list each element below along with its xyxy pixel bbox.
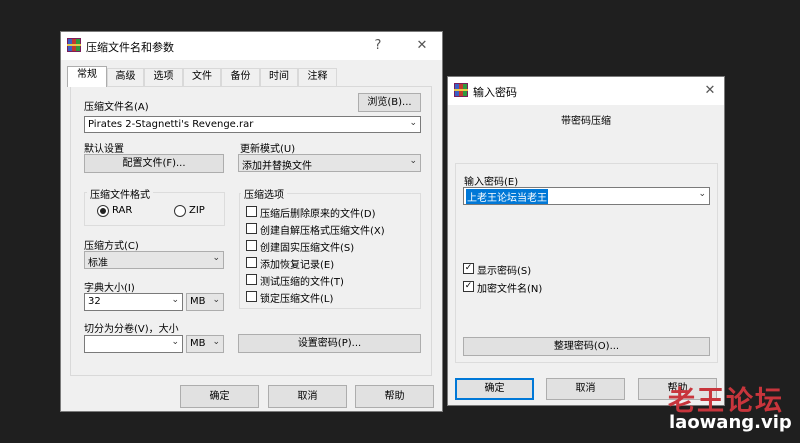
archive-dialog-titlebar: 压缩文件名和参数 ? ✕ <box>61 32 442 60</box>
archive-name-label: 压缩文件名(A) <box>84 102 149 113</box>
option-sfx-checkbox[interactable] <box>246 223 257 234</box>
password-input[interactable]: 上老王论坛当老王 ⌄ <box>463 187 710 205</box>
dictionary-unit-value: MB <box>190 296 206 307</box>
chevron-down-icon: ⌄ <box>409 156 417 166</box>
set-password-button[interactable]: 设置密码(P)... <box>238 334 421 353</box>
compression-method-value: 标准 <box>88 258 108 269</box>
tab-options[interactable]: 选项 <box>144 68 183 86</box>
chevron-down-icon: ⌄ <box>171 337 179 347</box>
password-dialog-titlebar: 输入密码 ✕ <box>448 77 724 105</box>
option-sfx-label: 创建自解压格式压缩文件(X) <box>260 226 385 237</box>
password-cancel-button[interactable]: 取消 <box>546 378 625 400</box>
dictionary-size-select[interactable]: 32 ⌄ <box>84 293 183 311</box>
dictionary-size-value: 32 <box>88 296 101 307</box>
option-delete-after-checkbox[interactable] <box>246 206 257 217</box>
option-solid-label: 创建固实压缩文件(S) <box>260 243 355 254</box>
password-heading: 带密码压缩 <box>561 116 611 127</box>
profiles-button[interactable]: 配置文件(F)... <box>84 154 224 173</box>
archive-options-group-label: 压缩选项 <box>241 186 287 201</box>
option-solid-checkbox[interactable] <box>246 240 257 251</box>
compression-method-select[interactable]: 标准 ⌄ <box>84 251 224 269</box>
format-zip-label: ZIP <box>189 205 205 216</box>
enter-password-label: 输入密码(E) <box>464 177 519 188</box>
option-test-label: 测试压缩的文件(T) <box>260 277 344 288</box>
chevron-down-icon[interactable]: ⌄ <box>409 118 417 128</box>
cancel-button[interactable]: 取消 <box>268 385 347 408</box>
format-rar-label: RAR <box>112 205 133 216</box>
chevron-down-icon: ⌄ <box>212 337 220 347</box>
update-mode-select[interactable]: 添加并替换文件 ⌄ <box>238 154 421 172</box>
archive-format-group-label: 压缩文件格式 <box>87 186 153 201</box>
password-dialog-title: 输入密码 <box>473 86 517 99</box>
help-question-icon[interactable]: ? <box>367 36 389 56</box>
encrypt-filenames-checkbox[interactable]: ✓ <box>463 281 474 292</box>
format-zip-radio[interactable] <box>174 205 186 217</box>
default-settings-label: 默认设置 <box>84 144 124 155</box>
option-recovery-label: 添加恢复记录(E) <box>260 260 335 271</box>
option-test-checkbox[interactable] <box>246 274 257 285</box>
tab-files[interactable]: 文件 <box>183 68 221 86</box>
tab-time[interactable]: 时间 <box>260 68 298 86</box>
password-ok-button[interactable]: 确定 <box>455 378 534 400</box>
compression-method-label: 压缩方式(C) <box>84 241 139 252</box>
chevron-down-icon: ⌄ <box>171 295 179 305</box>
tab-general[interactable]: 常规 <box>67 66 107 87</box>
option-lock-label: 锁定压缩文件(L) <box>260 294 334 305</box>
tab-comment[interactable]: 注释 <box>298 68 337 86</box>
close-icon[interactable]: ✕ <box>411 36 433 56</box>
tab-advanced[interactable]: 高级 <box>107 68 144 86</box>
update-mode-value: 添加并替换文件 <box>242 161 312 172</box>
option-delete-after-label: 压缩后删除原来的文件(D) <box>260 209 376 220</box>
split-unit-select[interactable]: MB ⌄ <box>186 335 224 353</box>
format-rar-radio[interactable] <box>97 205 109 217</box>
password-value: 上老王论坛当老王 <box>466 189 548 204</box>
show-password-checkbox[interactable]: ✓ <box>463 263 474 274</box>
encrypt-filenames-label: 加密文件名(N) <box>477 284 543 295</box>
ok-button[interactable]: 确定 <box>180 385 259 408</box>
chevron-down-icon: ⌄ <box>212 295 220 305</box>
chevron-down-icon[interactable]: ⌄ <box>698 189 706 199</box>
option-lock-checkbox[interactable] <box>246 291 257 302</box>
update-mode-label: 更新模式(U) <box>240 144 296 155</box>
watermark-url: laowang.vip <box>669 412 792 433</box>
winrar-icon <box>454 83 468 97</box>
archive-name-field[interactable]: Pirates 2-Stagnetti's Revenge.rar ⌄ <box>84 116 421 133</box>
organize-passwords-button[interactable]: 整理密码(O)... <box>463 337 710 356</box>
winrar-icon <box>67 38 81 52</box>
close-icon[interactable]: ✕ <box>699 81 721 101</box>
split-size-select[interactable]: ⌄ <box>84 335 183 353</box>
option-recovery-checkbox[interactable] <box>246 257 257 268</box>
tab-backup[interactable]: 备份 <box>221 68 260 86</box>
show-password-label: 显示密码(S) <box>477 266 532 277</box>
archive-name-value: Pirates 2-Stagnetti's Revenge.rar <box>88 119 254 130</box>
split-volumes-label: 切分为分卷(V)，大小 <box>84 324 179 335</box>
help-button[interactable]: 帮助 <box>355 385 434 408</box>
split-unit-value: MB <box>190 338 206 349</box>
browse-button[interactable]: 浏览(B)... <box>358 93 421 112</box>
dictionary-unit-select[interactable]: MB ⌄ <box>186 293 224 311</box>
chevron-down-icon: ⌄ <box>212 253 220 263</box>
dictionary-size-label: 字典大小(I) <box>84 283 135 294</box>
archive-dialog-title: 压缩文件名和参数 <box>86 41 174 54</box>
